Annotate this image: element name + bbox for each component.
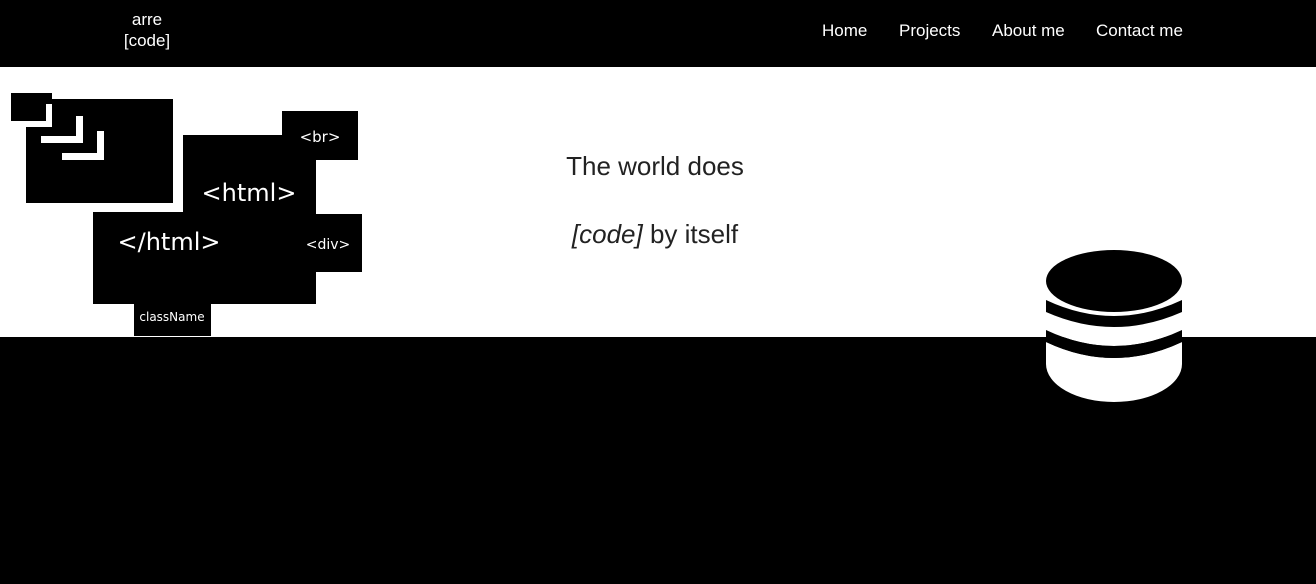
tagline-rest-text: by itself: [642, 219, 739, 249]
navbar: arre [code] Home Projects About me Conta…: [0, 0, 1316, 67]
nav-contact-link[interactable]: Contact me: [1096, 21, 1183, 41]
br-tag-label: <br>: [300, 128, 341, 146]
tagline-line-1: The world does: [566, 151, 744, 181]
div-tag-label: <div>: [306, 237, 351, 253]
tagline-code-text: [code]: [571, 219, 643, 249]
classname-label: className: [139, 310, 204, 324]
nav-projects-link[interactable]: Projects: [899, 21, 960, 41]
main-nav: Home Projects About me Contact me: [0, 21, 1316, 41]
nav-home-link[interactable]: Home: [822, 21, 867, 41]
window-icon: [11, 93, 173, 203]
html-open-tag-label: <html>: [202, 179, 297, 207]
hero-tagline: The world does [code] by itself: [480, 151, 830, 249]
code-illustration: <br> <html> </html> <div> className: [11, 93, 362, 336]
html-close-tag-label: </html>: [118, 228, 221, 256]
database-icon: [1046, 250, 1182, 402]
nav-about-link[interactable]: About me: [992, 21, 1065, 41]
tagline-line-2: [code] by itself: [480, 219, 830, 249]
